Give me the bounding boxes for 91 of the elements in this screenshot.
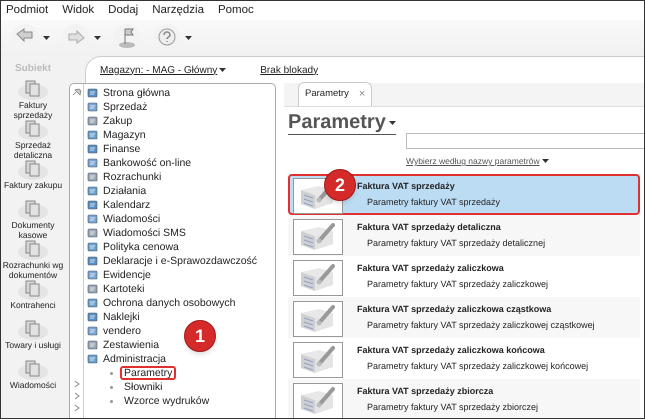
module-icon bbox=[87, 101, 99, 113]
menu-entry[interactable]: Sprzedaż bbox=[87, 100, 258, 114]
menu-entry[interactable]: Ewidencje bbox=[87, 268, 258, 282]
menu-entry[interactable]: Ochrona danych osobowych bbox=[87, 296, 258, 310]
menu-entry[interactable]: Działania bbox=[87, 184, 258, 198]
module-icon bbox=[87, 143, 99, 155]
module-icon bbox=[87, 241, 99, 253]
menu-entry[interactable]: Polityka cenowa bbox=[87, 240, 258, 254]
module-icon bbox=[87, 87, 99, 99]
page-title-dropdown[interactable]: Parametry bbox=[288, 111, 396, 135]
search-field[interactable] bbox=[406, 133, 644, 149]
caret-icon bbox=[94, 36, 101, 40]
documents-icon bbox=[18, 120, 48, 140]
parameter-row[interactable]: Faktura VAT sprzedaży zaliczkowa cząstkowa Parametry faktury VAT sprzedaży zaliczkowej cząstkowej bbox=[288, 296, 640, 338]
module-icon bbox=[87, 199, 99, 211]
submenu-entry[interactable]: Parametry bbox=[120, 366, 176, 380]
sidebar-item[interactable]: Kontrahenci bbox=[1, 280, 65, 320]
menu-entry[interactable]: Deklaracje i e-Sprawozdawczość bbox=[87, 254, 258, 268]
module-icon bbox=[87, 311, 99, 323]
submenu-entry[interactable]: Wzorce wydruków bbox=[120, 394, 214, 408]
documents-icon bbox=[18, 200, 48, 220]
sidebar-item[interactable]: Towary i usługi bbox=[1, 320, 65, 360]
parameter-title: Faktura VAT sprzedaży bbox=[357, 180, 456, 193]
warehouse-dropdown[interactable]: Magazyn: - MAG - Główny bbox=[100, 62, 226, 78]
module-icon bbox=[87, 325, 99, 337]
documents-icon bbox=[18, 360, 48, 380]
menu-item[interactable]: Narzędzia bbox=[152, 2, 204, 20]
parameter-description: Parametry faktury VAT sprzedaży detalicznej bbox=[367, 237, 546, 250]
module-icon bbox=[87, 171, 99, 183]
parameter-description: Parametry faktury VAT sprzedaży zaliczkowej końcowej bbox=[367, 360, 588, 374]
module-icon bbox=[87, 115, 99, 127]
parameter-title: Faktura VAT sprzedaży zbiorcza bbox=[357, 384, 494, 398]
module-icon bbox=[87, 269, 99, 281]
close-icon[interactable]: × bbox=[358, 86, 366, 103]
module-icon bbox=[87, 227, 99, 239]
menu-item[interactable]: Pomoc bbox=[218, 2, 254, 20]
filter-link[interactable]: Wybierz według nazwy parametrów bbox=[406, 155, 549, 168]
menu-entry[interactable]: Finanse bbox=[87, 142, 258, 156]
menu-item[interactable]: Dodaj bbox=[108, 2, 138, 20]
sidebar-item[interactable]: Dokumenty kasowe bbox=[1, 200, 65, 240]
lock-status-link[interactable]: Brak blokady bbox=[260, 62, 318, 78]
menu-item[interactable]: Widok bbox=[62, 2, 94, 20]
sidebar-item[interactable]: Sprzedaż detaliczna bbox=[1, 120, 65, 160]
documents-icon bbox=[18, 240, 48, 260]
module-icon bbox=[87, 339, 99, 351]
menu-entry[interactable]: Strona główna bbox=[87, 86, 258, 100]
caret-icon bbox=[219, 68, 226, 72]
submenu-entry[interactable]: Słowniki bbox=[120, 380, 167, 394]
menu-entry[interactable]: Kartoteki bbox=[87, 282, 258, 296]
documents-icon bbox=[18, 320, 48, 340]
module-icon bbox=[87, 185, 99, 197]
parameter-description: Parametry faktury VAT sprzedaży bbox=[367, 196, 500, 210]
parameter-title: Faktura VAT sprzedaży zaliczkowa bbox=[357, 262, 505, 275]
caret-icon bbox=[542, 159, 549, 164]
menu-entry[interactable]: Rozrachunki bbox=[87, 170, 258, 184]
parameter-description: Parametry faktury VAT sprzedaży zaliczkowej bbox=[367, 278, 548, 292]
sidebar-item[interactable]: Faktury zakupu bbox=[1, 160, 65, 200]
tab[interactable]: Parametry × bbox=[298, 82, 372, 106]
parameter-row[interactable]: Faktura VAT sprzedaży detaliczna Parametry faktury VAT sprzedaży detalicznej bbox=[288, 214, 640, 256]
caret-icon bbox=[43, 36, 50, 40]
parameter-description: Parametry faktury VAT sprzedaży zbiorczej bbox=[367, 401, 538, 414]
module-icon bbox=[87, 157, 99, 169]
menu-entry[interactable]: Bankowość on-line bbox=[87, 156, 258, 170]
menu-entry[interactable]: Zakup bbox=[87, 114, 258, 128]
documents-icon bbox=[18, 80, 48, 100]
module-icon bbox=[87, 129, 99, 141]
menu-item[interactable]: Podmiot bbox=[6, 2, 48, 20]
callout-badge: 1 bbox=[184, 320, 216, 352]
sidebar-item[interactable]: Faktury sprzedaży bbox=[1, 80, 65, 120]
menu-entry[interactable]: Wiadomości bbox=[87, 212, 258, 226]
module-icon bbox=[87, 353, 99, 365]
parameter-title: Faktura VAT sprzedaży detaliczna bbox=[357, 220, 502, 234]
module-icon bbox=[87, 213, 99, 225]
documents-icon bbox=[18, 280, 48, 300]
pin-icon[interactable] bbox=[72, 88, 82, 96]
sidebar-item[interactable]: Wiadomości bbox=[1, 360, 65, 400]
menu-entry[interactable]: Administracja bbox=[87, 352, 258, 366]
parameter-title: Faktura VAT sprzedaży zaliczkowa końcowa bbox=[357, 344, 546, 357]
parameter-title: Faktura VAT sprzedaży zaliczkowa cząstkowa bbox=[357, 302, 552, 316]
caret-icon bbox=[185, 36, 192, 40]
parameter-row[interactable]: Faktura VAT sprzedaży zbiorcza Parametry faktury VAT sprzedaży zbiorczej bbox=[288, 378, 640, 418]
module-icon bbox=[87, 255, 99, 267]
sidebar-item[interactable]: Rozrachunki wg dokumentów bbox=[1, 240, 65, 280]
parameter-description: Parametry faktury VAT sprzedaży zaliczkowej cząstkowej bbox=[367, 319, 595, 332]
module-icon bbox=[87, 283, 99, 295]
menu-entry[interactable]: Wiadomości SMS bbox=[87, 226, 258, 240]
documents-icon bbox=[18, 160, 48, 180]
menu-entry[interactable]: Magazyn bbox=[87, 128, 258, 142]
menu-entry[interactable]: Kalendarz bbox=[87, 198, 258, 212]
module-icon bbox=[87, 297, 99, 309]
caret-icon bbox=[388, 120, 396, 124]
